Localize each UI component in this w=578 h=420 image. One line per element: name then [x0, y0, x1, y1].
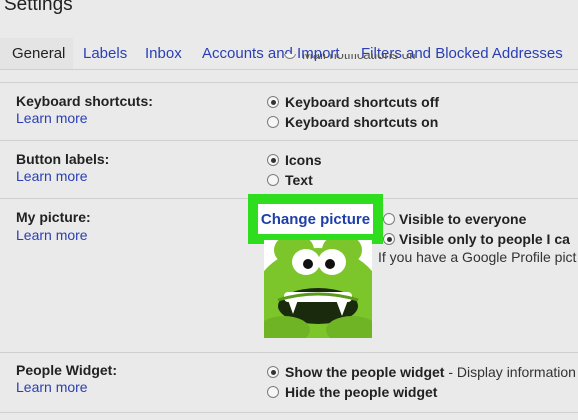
show-people-widget-option[interactable]: Show the people widget - Display informa…: [285, 364, 576, 380]
keyboard-off-option[interactable]: Keyboard shortcuts off: [285, 94, 439, 110]
icons-radio[interactable]: [267, 154, 279, 166]
om-nom-picture: [264, 240, 372, 338]
hide-people-widget-option[interactable]: Hide the people widget: [285, 384, 437, 400]
tab-labels[interactable]: Labels: [83, 45, 127, 62]
hide-people-widget-radio[interactable]: [267, 386, 279, 398]
avatar-image[interactable]: [264, 240, 372, 338]
partial-option-text: Mail notifications off: [284, 54, 416, 68]
change-picture-highlight: Change picture: [248, 194, 383, 244]
row-divider: [0, 352, 578, 353]
visible-everyone-radio[interactable]: [383, 213, 395, 225]
tabs-divider: [0, 69, 578, 70]
tab-inbox[interactable]: Inbox: [145, 45, 182, 62]
radio-icon[interactable]: [284, 54, 296, 59]
row-divider: [0, 412, 578, 413]
show-people-widget-description: - Display information: [444, 364, 576, 380]
visible-only-people-radio[interactable]: [383, 233, 395, 245]
keyboard-off-radio[interactable]: [267, 96, 279, 108]
keyboard-learn-more-link[interactable]: Learn more: [16, 110, 88, 126]
text-radio[interactable]: [267, 174, 279, 186]
show-people-widget-label: Show the people widget: [285, 364, 445, 380]
google-profile-hint: If you have a Google Profile pict: [378, 249, 577, 265]
visible-only-people-option[interactable]: Visible only to people I ca: [399, 231, 570, 247]
keyboard-shortcuts-label: Keyboard shortcuts:: [16, 93, 153, 109]
button-labels-learn-more-link[interactable]: Learn more: [16, 168, 88, 184]
button-labels-label: Button labels:: [16, 151, 110, 167]
show-people-widget-radio[interactable]: [267, 366, 279, 378]
change-picture-button[interactable]: Change picture: [258, 204, 373, 234]
my-picture-learn-more-link[interactable]: Learn more: [16, 227, 88, 243]
keyboard-on-radio[interactable]: [267, 116, 279, 128]
keyboard-on-option[interactable]: Keyboard shortcuts on: [285, 114, 438, 130]
page-title: Settings: [4, 0, 73, 15]
visible-everyone-option[interactable]: Visible to everyone: [399, 211, 526, 227]
icons-option[interactable]: Icons: [285, 152, 322, 168]
row-divider: [0, 140, 578, 141]
people-widget-learn-more-link[interactable]: Learn more: [16, 379, 88, 395]
my-picture-label: My picture:: [16, 209, 91, 225]
people-widget-label: People Widget:: [16, 362, 117, 378]
text-option[interactable]: Text: [285, 172, 313, 188]
tab-general[interactable]: General: [0, 38, 74, 70]
row-divider: [0, 82, 578, 83]
